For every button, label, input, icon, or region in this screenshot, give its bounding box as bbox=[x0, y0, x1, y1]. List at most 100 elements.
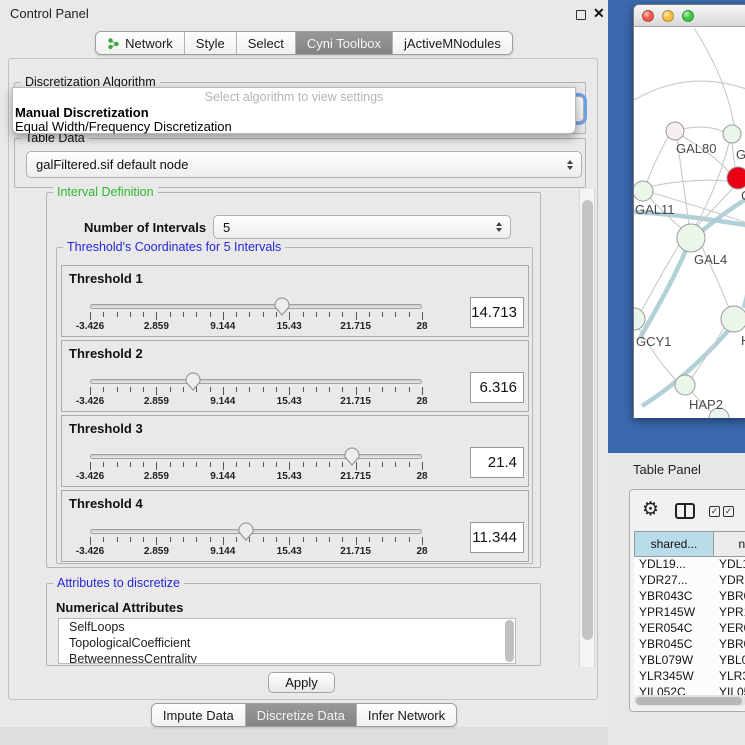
float-window-icon[interactable] bbox=[576, 10, 586, 20]
threshold-slider-thumb[interactable] bbox=[185, 372, 201, 391]
threshold-title: Threshold 3 bbox=[69, 421, 143, 436]
tick-mark bbox=[422, 312, 423, 320]
tick-mark bbox=[236, 387, 237, 392]
tick-label: 9.144 bbox=[210, 396, 235, 407]
tick-mark bbox=[382, 462, 383, 467]
tab-style[interactable]: Style bbox=[185, 32, 237, 54]
threshold-slider-track[interactable] bbox=[90, 304, 422, 309]
table-data-select[interactable]: galFiltered.sif default node bbox=[26, 151, 582, 178]
tick-mark bbox=[329, 537, 330, 542]
threshold-slider-thumb[interactable] bbox=[238, 522, 254, 541]
tick-mark bbox=[409, 387, 410, 392]
attribute-list-item[interactable]: BetweennessCentrality bbox=[59, 651, 515, 664]
tick-mark bbox=[210, 387, 211, 392]
tick-mark bbox=[289, 387, 290, 395]
apply-button[interactable]: Apply bbox=[268, 672, 335, 693]
table-row[interactable]: YDL19...YDL19... bbox=[634, 557, 745, 573]
checkbox-icon[interactable]: ✓ bbox=[723, 506, 734, 517]
table-row[interactable]: YPR145WYPR145W bbox=[634, 605, 745, 621]
tick-label: 9.144 bbox=[210, 471, 235, 482]
threshold-slider-track[interactable] bbox=[90, 454, 422, 459]
table-row[interactable]: YBR043CYBR043C bbox=[634, 589, 745, 605]
panel-scrollbar[interactable] bbox=[579, 189, 595, 667]
table-row[interactable]: YLR345WYLR345W bbox=[634, 669, 745, 685]
gear-icon[interactable]: ⚙ bbox=[642, 498, 659, 520]
table-column-header[interactable]: name bbox=[714, 531, 745, 557]
attribute-list-item[interactable]: TopologicalCoefficient bbox=[59, 635, 515, 651]
panel-scrollbar-thumb[interactable] bbox=[582, 200, 593, 640]
tick-mark bbox=[196, 312, 197, 317]
tick-mark bbox=[369, 462, 370, 467]
table-panel: Table Panel ⚙ ✓ ✓ shared...name YDL19...… bbox=[608, 453, 745, 745]
tick-mark bbox=[117, 312, 118, 317]
tab-infer-network[interactable]: Infer Network bbox=[357, 704, 456, 726]
close-icon[interactable]: ✕ bbox=[593, 5, 605, 22]
split-columns-icon[interactable] bbox=[675, 503, 695, 519]
table-row[interactable]: YDR27...YDR27... bbox=[634, 573, 745, 589]
algorithm-option[interactable]: Manual Discretization bbox=[15, 105, 149, 120]
table-cell: YER054C bbox=[714, 621, 745, 637]
table-row[interactable]: YER054CYER054C bbox=[634, 621, 745, 637]
network-canvas[interactable]: GAL80GACGAL11GAL4GCY1HHAP2 bbox=[634, 28, 745, 418]
tick-mark bbox=[130, 537, 131, 542]
table-column-header[interactable]: shared... bbox=[634, 531, 714, 557]
tick-mark bbox=[236, 537, 237, 542]
checkbox-icon[interactable]: ✓ bbox=[709, 506, 720, 517]
table-hscrollbar[interactable] bbox=[634, 695, 745, 706]
tick-mark bbox=[223, 462, 224, 470]
tab-cyni-toolbox[interactable]: Cyni Toolbox bbox=[296, 32, 393, 54]
threshold-slider-track[interactable] bbox=[90, 529, 422, 534]
threshold-value-field[interactable]: 6.316 bbox=[470, 372, 524, 403]
tick-mark bbox=[236, 462, 237, 467]
tick-mark bbox=[422, 387, 423, 395]
algorithm-option[interactable]: Equal Width/Frequency Discretization bbox=[15, 119, 232, 134]
tick-mark bbox=[316, 387, 317, 392]
tick-mark bbox=[342, 537, 343, 542]
threshold-value-field[interactable]: 21.4 bbox=[470, 447, 524, 478]
table-hscrollbar-thumb[interactable] bbox=[636, 697, 742, 705]
tick-mark bbox=[303, 387, 304, 392]
threshold-value-field[interactable]: 14.713 bbox=[470, 297, 524, 328]
tick-label: 2.859 bbox=[144, 321, 169, 332]
table-header-row[interactable]: shared...name bbox=[634, 531, 745, 557]
table-rows[interactable]: YDL19...YDL19...YDR27...YDR27...YBR043CY… bbox=[634, 557, 745, 695]
attribute-list-item[interactable]: SelfLoops bbox=[59, 619, 515, 635]
tick-mark bbox=[395, 312, 396, 317]
tick-mark bbox=[249, 312, 250, 317]
tab-discretize-data[interactable]: Discretize Data bbox=[246, 704, 357, 726]
close-traffic-icon[interactable] bbox=[642, 10, 654, 22]
threshold-value-field[interactable]: 11.344 bbox=[470, 522, 524, 553]
tab-select[interactable]: Select bbox=[237, 32, 296, 54]
tick-mark bbox=[223, 387, 224, 395]
threshold-slider-thumb[interactable] bbox=[344, 447, 360, 466]
network-window-titlebar[interactable] bbox=[634, 5, 745, 27]
tick-label: 15.43 bbox=[277, 471, 302, 482]
network-view-window[interactable]: GAL80GACGAL11GAL4GCY1HHAP2 bbox=[633, 4, 745, 418]
tick-mark bbox=[143, 462, 144, 467]
tab-jactivemnodules[interactable]: jActiveMNodules bbox=[393, 32, 512, 54]
numerical-attributes-list[interactable]: SelfLoopsTopologicalCoefficientBetweenne… bbox=[58, 618, 516, 664]
tick-mark bbox=[156, 312, 157, 320]
table-row[interactable]: YBR045CYBR045C bbox=[634, 637, 745, 653]
table-row[interactable]: YIL052CYIL052C bbox=[634, 685, 745, 695]
tab-impute-data[interactable]: Impute Data bbox=[152, 704, 246, 726]
tick-mark bbox=[103, 462, 104, 467]
bottom-tab-bar: Impute DataDiscretize DataInfer Network bbox=[0, 703, 608, 727]
number-of-intervals-select[interactable]: 5 bbox=[213, 215, 511, 239]
svg-text:GAL11: GAL11 bbox=[635, 202, 675, 217]
algorithm-hint-item[interactable]: Select algorithm to view settings bbox=[13, 90, 575, 104]
table-cell: YER054C bbox=[634, 621, 714, 637]
threshold-slider-track[interactable] bbox=[90, 379, 422, 384]
thresholds-group-label: Threshold's Coordinates for 5 Intervals bbox=[63, 240, 285, 254]
table-row[interactable]: YBL079WYBL079W bbox=[634, 653, 745, 669]
tick-mark bbox=[117, 387, 118, 392]
tab-network[interactable]: Network bbox=[96, 32, 185, 54]
threshold-panel: Threshold 1-3.4262.8599.14415.4321.71528… bbox=[61, 265, 529, 337]
tick-mark bbox=[117, 537, 118, 542]
zoom-traffic-icon[interactable] bbox=[682, 10, 694, 22]
attributes-scrollbar[interactable] bbox=[505, 620, 514, 662]
table-cell: YDL19... bbox=[714, 557, 745, 573]
threshold-title: Threshold 1 bbox=[69, 271, 143, 286]
minimize-traffic-icon[interactable] bbox=[662, 10, 674, 22]
tick-mark bbox=[303, 312, 304, 317]
